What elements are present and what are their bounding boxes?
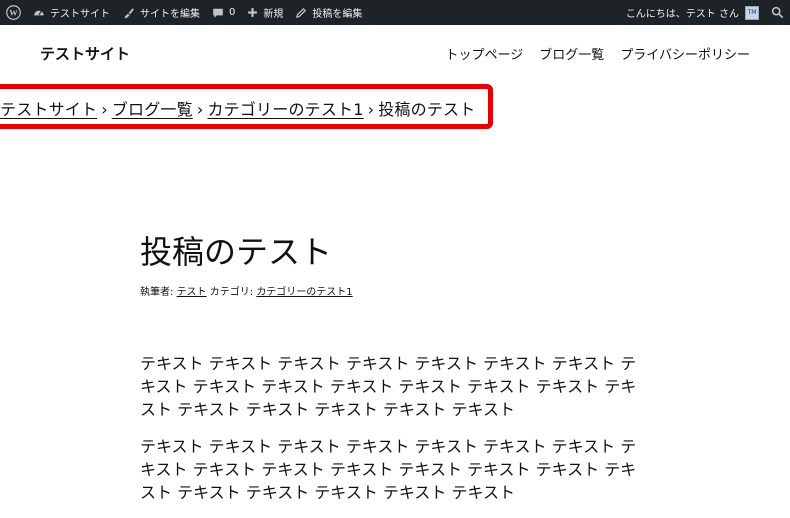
my-account-menu[interactable]: こんにちは、テスト さん TM [620,0,765,25]
new-content-button[interactable]: 新規 [241,0,289,25]
breadcrumb-link-blog[interactable]: ブログ一覧 [112,100,193,119]
breadcrumb-current: 投稿のテスト [378,100,476,119]
avatar: TM [745,5,759,20]
wordpress-icon: W [6,5,21,20]
new-label: 新規 [263,9,284,20]
customize-button[interactable]: サイトを編集 [116,0,206,25]
category-link[interactable]: カテゴリーのテスト1 [256,287,352,298]
post-title: 投稿のテスト [140,233,333,271]
post-paragraph: テキスト テキスト テキスト テキスト テキスト テキスト テキスト テキスト … [140,437,637,502]
plus-icon [248,8,258,17]
site-title-link[interactable]: テストサイト [40,43,130,64]
breadcrumb-link-home[interactable]: テストサイト [0,100,97,119]
post-content: テキスト テキスト テキスト テキスト テキスト テキスト テキスト テキスト … [140,352,650,518]
nav-item-privacy-policy[interactable]: プライバシーポリシー [620,44,750,63]
comments-count: 0 [229,7,236,18]
svg-text:W: W [9,9,18,18]
edit-post-label: 投稿を編集 [312,9,363,20]
pencil-icon [296,7,307,18]
comment-icon [213,8,223,18]
edit-post-button[interactable]: 投稿を編集 [289,0,368,25]
dashboard-icon [34,10,44,15]
post-meta: 執筆者: テスト カテゴリ: カテゴリーのテスト1 [140,283,353,298]
post-paragraph: テキスト テキスト テキスト テキスト テキスト テキスト テキスト テキスト … [140,354,637,419]
admin-bar: W テストサイト サイトを編集 0 新規 投稿を編集 こんにちは、テスト さん … [0,0,790,25]
nav-item-blog-list[interactable]: ブログ一覧 [539,44,604,63]
customize-label: サイトを編集 [140,9,200,20]
nav-item-top-page[interactable]: トップページ [445,44,523,63]
admin-site-name: テストサイト [50,9,110,20]
greeting-text: こんにちは、テスト さん [625,9,739,20]
breadcrumb-separator: › [367,100,375,119]
breadcrumb: テストサイト › ブログ一覧 › カテゴリーのテスト1 › 投稿のテスト [0,96,475,120]
author-label: 執筆者: [140,287,174,298]
site-header: テストサイト トップページ ブログ一覧 プライバシーポリシー [0,25,790,80]
author-link[interactable]: テスト [177,287,207,298]
primary-navigation: トップページ ブログ一覧 プライバシーポリシー [445,44,750,63]
wordpress-logo-button[interactable]: W [0,0,27,25]
search-icon [771,6,784,19]
comments-button[interactable]: 0 [206,0,241,25]
site-name-menu[interactable]: テストサイト [27,0,116,25]
search-button[interactable] [765,0,790,25]
breadcrumb-separator: › [196,100,204,119]
category-label: カテゴリ: [209,287,254,298]
breadcrumb-separator: › [101,100,108,119]
brush-icon [124,7,134,18]
breadcrumb-link-category[interactable]: カテゴリーのテスト1 [207,100,363,119]
